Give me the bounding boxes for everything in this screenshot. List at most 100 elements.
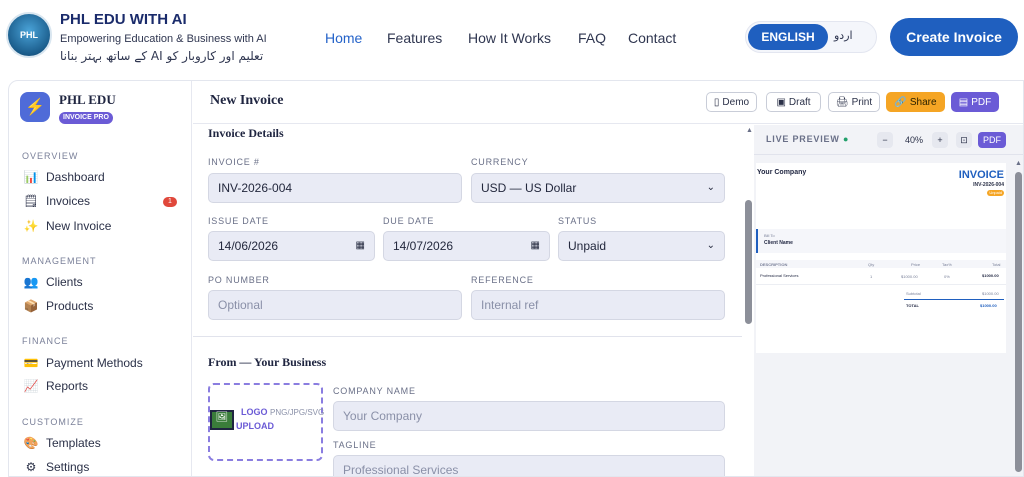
invoice-app: ⚡ PHL EDU INVOICE PRO OVERVIEW 📊 Dashboar… <box>8 80 1024 477</box>
scrollbar-thumb[interactable] <box>745 200 752 324</box>
print-button[interactable]: 🖨 Print <box>828 92 880 112</box>
calendar-icon[interactable]: ▦ <box>356 240 365 251</box>
chevron-down-icon: ⌄ <box>706 240 715 251</box>
sidebar-item-payment-methods[interactable]: 💳 Payment Methods <box>24 356 143 370</box>
people-icon: 👥 <box>23 275 39 289</box>
invoice-number-label: INVOICE # <box>208 157 260 167</box>
due-date-label: DUE DATE <box>383 216 435 226</box>
sidebar-item-label: New Invoice <box>46 219 112 233</box>
logo-upload-area[interactable]: 🖼 LOGO PNG/JPG/SVG UPLOAD <box>208 383 325 461</box>
sidebar-item-dashboard[interactable]: 📊 Dashboard <box>24 170 105 184</box>
status-value: Unpaid <box>568 239 607 253</box>
po-number-input[interactable]: Optional <box>208 290 462 320</box>
row-tax: 0% <box>944 274 950 279</box>
brand-logo[interactable]: PHL <box>6 12 52 58</box>
lang-english-button[interactable]: ENGLISH <box>748 24 828 50</box>
logo-formats: PNG/JPG/SVG <box>270 408 325 417</box>
total-label: TOTAL <box>906 303 919 308</box>
nav-link-features[interactable]: Features <box>387 30 442 46</box>
invoice-pro-badge: INVOICE PRO <box>59 112 113 124</box>
bill-to-box: Bill To Client Name <box>756 229 1006 253</box>
calendar-icon[interactable]: ▦ <box>531 240 540 251</box>
gear-icon: ⚙ <box>25 460 37 474</box>
scroll-up-arrow[interactable]: ▲ <box>746 127 753 134</box>
currency-select[interactable]: USD — US Dollar ⌄ <box>471 173 725 203</box>
col-description: DESCRIPTION <box>760 262 788 267</box>
live-dot-icon: ● <box>842 134 850 144</box>
sidebar-item-templates[interactable]: 🎨 Templates <box>24 436 101 450</box>
due-date-input[interactable]: 14/07/2026 ▦ <box>383 231 550 261</box>
form-scrollbar[interactable]: ▲ <box>744 125 754 476</box>
brand-name[interactable]: PHL EDU WITH AI <box>60 11 187 28</box>
zoom-in-button[interactable]: + <box>932 132 948 148</box>
sidebar-item-label: Settings <box>46 460 90 474</box>
sidebar-item-clients[interactable]: 👥 Clients <box>24 275 83 289</box>
sidebar-item-reports[interactable]: 📈 Reports <box>24 379 89 393</box>
row-description: Professional Services <box>760 273 799 278</box>
share-button[interactable]: 🔗 Share <box>886 92 945 112</box>
lightning-icon: ⚡ <box>20 92 50 122</box>
due-date-value: 14/07/2026 <box>393 239 454 253</box>
sidebar-title: PHL EDU <box>59 92 116 107</box>
box-icon: 📦 <box>23 299 39 313</box>
tagline-input[interactable]: Professional Services <box>333 455 725 477</box>
preview-pdf-button[interactable]: PDF <box>978 132 1006 148</box>
preview-header: LIVE PREVIEW ● − 40% + ⊡ PDF <box>754 125 1023 155</box>
preview-scrollbar[interactable]: ▲ <box>1014 160 1023 476</box>
image-icon: 🖼 <box>210 410 234 430</box>
tagline-placeholder: Professional Services <box>343 463 459 477</box>
sidebar-item-settings[interactable]: ⚙ Settings <box>24 460 90 474</box>
create-invoice-button[interactable]: Create Invoice <box>890 18 1018 56</box>
zoom-out-button[interactable]: − <box>877 132 893 148</box>
invoice-number-input[interactable]: INV-2026-004 <box>208 173 462 203</box>
sidebar-item-products[interactable]: 📦 Products <box>23 299 94 313</box>
tagline-label: TAGLINE <box>333 440 377 450</box>
nav-link-home[interactable]: Home <box>325 30 362 46</box>
demo-button[interactable]: ▯ Demo <box>706 92 757 112</box>
issue-date-input[interactable]: 14/06/2026 ▦ <box>208 231 375 261</box>
live-preview-panel: LIVE PREVIEW ● − 40% + ⊡ PDF Your Compan… <box>754 125 1023 476</box>
scroll-up-arrow[interactable]: ▲ <box>1015 160 1022 167</box>
demo-label: Demo <box>722 96 750 108</box>
zoom-level: 40% <box>904 135 923 145</box>
currency-value: USD — US Dollar <box>481 181 577 195</box>
bar-chart-icon: 📊 <box>23 170 39 184</box>
file-icon: ▤ <box>958 96 969 108</box>
sidebar-item-label: Reports <box>46 379 89 393</box>
preview-title-text: LIVE PREVIEW <box>766 134 840 144</box>
lang-urdu-button[interactable]: اردو <box>834 29 853 42</box>
nav-link-how-it-works[interactable]: How It Works <box>468 30 551 46</box>
pdf-button[interactable]: ▤ PDF <box>951 92 999 112</box>
nav-link-faq[interactable]: FAQ <box>578 30 606 46</box>
preview-company: Your Company <box>757 169 807 176</box>
reference-input[interactable]: Internal ref <box>471 290 725 320</box>
draft-button[interactable]: ▣ Draft <box>766 92 821 112</box>
currency-label: CURRENCY <box>471 157 529 167</box>
upload-label: UPLOAD <box>236 421 274 431</box>
pdf-label: PDF <box>971 96 992 108</box>
page-title: New Invoice <box>210 93 284 108</box>
preview-table-row: Professional Services 1 $1000.00 0% $100… <box>756 271 1006 285</box>
page-header: New Invoice ▯ Demo ▣ Draft 🖨 Print 🔗 Share ▤… <box>193 81 1023 124</box>
col-price: Price <box>911 262 921 267</box>
status-select[interactable]: Unpaid ⌄ <box>558 231 725 261</box>
company-name-input[interactable]: Your Company <box>333 401 725 431</box>
invoice-preview-page: Your Company INVOICE INV-2026-004 Unpaid… <box>756 163 1006 353</box>
section-divider <box>193 336 742 337</box>
invoice-form: Invoice Details INVOICE # INV-2026-004 C… <box>193 125 742 477</box>
print-label: Print <box>851 96 873 108</box>
preview-status-badge: Unpaid <box>987 190 1004 196</box>
sidebar-item-label: Templates <box>46 436 101 450</box>
sidebar-item-label: Clients <box>46 275 83 289</box>
sidebar-item-invoices[interactable]: 🗒 Invoices <box>23 194 90 208</box>
brand-tagline: Empowering Education & Business with AI <box>60 33 267 45</box>
reference-placeholder: Internal ref <box>481 298 539 312</box>
top-navbar: PHL PHL EDU WITH AI Empowering Education… <box>0 0 1024 80</box>
nav-link-contact[interactable]: Contact <box>628 30 676 46</box>
document-icon: 🗒 <box>23 194 39 208</box>
phone-icon: ▯ <box>713 96 720 108</box>
sidebar-item-new-invoice[interactable]: ✨ New Invoice <box>24 219 112 233</box>
scrollbar-thumb[interactable] <box>1015 172 1022 472</box>
fit-screen-button[interactable]: ⊡ <box>956 132 972 148</box>
col-total: Total <box>992 262 1001 267</box>
